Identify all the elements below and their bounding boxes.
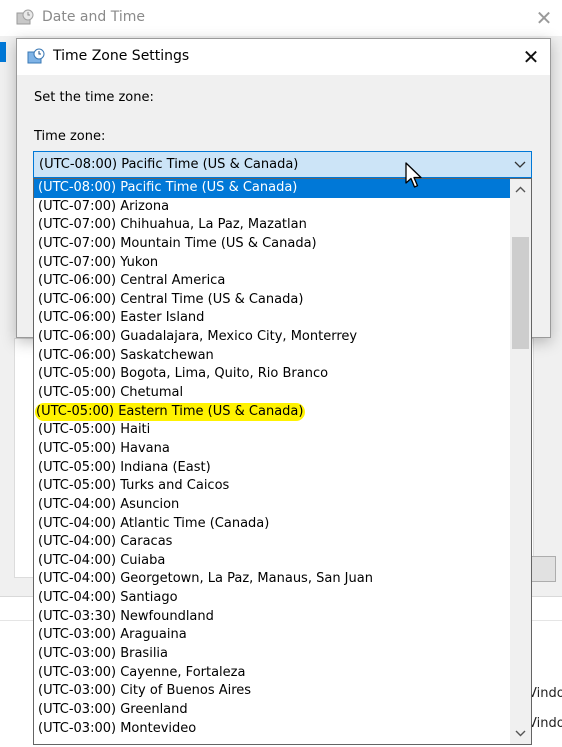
time-zone-option[interactable]: (UTC-03:00) Montevideo: [34, 720, 510, 739]
time-zone-option-label: (UTC-05:00) Haiti: [38, 422, 151, 438]
time-zone-option[interactable]: (UTC-07:00) Yukon: [34, 254, 510, 273]
time-zone-option-label: (UTC-07:00) Chihuahua, La Paz, Mazatlan: [38, 217, 307, 233]
side-text: Vindo: [528, 716, 562, 731]
time-zone-option[interactable]: (UTC-04:00) Georgetown, La Paz, Manaus, …: [34, 570, 510, 589]
time-zone-option-label: (UTC-06:00) Easter Island: [38, 310, 205, 326]
time-zone-option-label: (UTC-08:00) Pacific Time (US & Canada): [38, 180, 298, 195]
time-zone-option-label: (UTC-04:00) Asuncion: [38, 496, 180, 512]
side-text: Vindo: [528, 686, 562, 701]
time-zone-option[interactable]: (UTC-03:00) Greenland: [34, 701, 510, 720]
time-zone-option-label: (UTC-06:00) Central America: [38, 273, 226, 289]
chevron-up-icon[interactable]: [510, 179, 531, 201]
time-zone-option[interactable]: (UTC-06:00) Guadalajara, Mexico City, Mo…: [34, 328, 510, 347]
globe-clock-icon: [27, 48, 45, 66]
time-zone-option-label: (UTC-05:00) Chetumal: [38, 385, 184, 401]
time-zone-option-label: (UTC-06:00) Guadalajara, Mexico City, Mo…: [38, 329, 358, 345]
time-zone-option[interactable]: (UTC-06:00) Central America: [34, 272, 510, 291]
time-zone-option[interactable]: (UTC-03:00) Brasilia: [34, 645, 510, 664]
time-zone-option[interactable]: (UTC-07:00) Mountain Time (US & Canada): [34, 235, 510, 254]
time-zone-option[interactable]: (UTC-06:00) Central Time (US & Canada): [34, 291, 510, 310]
mouse-pointer-icon: [404, 162, 424, 190]
time-zone-option[interactable]: (UTC-04:00) Santiago: [34, 589, 510, 608]
time-zone-option[interactable]: (UTC-04:00) Caracas: [34, 533, 510, 552]
close-icon[interactable]: ✕: [519, 45, 543, 69]
set-time-zone-label: Set the time zone:: [34, 90, 154, 105]
time-zone-option-label: (UTC-03:00) City of Buenos Aires: [38, 683, 252, 699]
time-zone-option-label: (UTC-05:00) Eastern Time (US & Canada): [35, 402, 306, 421]
time-zone-option[interactable]: (UTC-03:00) Araguaina: [34, 626, 510, 645]
time-zone-option-label: (UTC-05:00) Indiana (East): [38, 459, 211, 475]
time-zone-dropdown-list[interactable]: (UTC-08:00) Pacific Time (US & Canada) (U…: [33, 178, 532, 745]
time-zone-option[interactable]: (UTC-04:00) Asuncion: [34, 496, 510, 515]
chevron-down-icon[interactable]: [512, 156, 528, 172]
time-zone-option[interactable]: (UTC-06:00) Easter Island: [34, 309, 510, 328]
time-zone-option-label: (UTC-07:00) Arizona: [38, 198, 170, 214]
time-zone-option-label: (UTC-03:30) Newfoundland: [38, 608, 214, 624]
time-zone-option-label: (UTC-05:00) Bogota, Lima, Quito, Rio Bra…: [38, 366, 329, 382]
combobox-value: (UTC-08:00) Pacific Time (US & Canada): [39, 157, 299, 172]
time-zone-option-label: (UTC-04:00) Cuiaba: [38, 552, 166, 568]
time-zone-option[interactable]: (UTC-03:00) City of Buenos Aires: [34, 682, 510, 701]
time-zone-option[interactable]: (UTC-03:30) Newfoundland: [34, 608, 510, 627]
time-zone-option-label: (UTC-03:00) Greenland: [38, 701, 188, 717]
window-title: Date and Time: [42, 9, 145, 25]
time-zone-option[interactable]: (UTC-03:00) Cayenne, Fortaleza: [34, 664, 510, 683]
time-zone-option[interactable]: (UTC-07:00) Chihuahua, La Paz, Mazatlan: [34, 216, 510, 235]
dialog-titlebar: Time Zone Settings ✕: [17, 39, 550, 75]
time-zone-options: (UTC-08:00) Pacific Time (US & Canada) (U…: [34, 179, 510, 738]
dialog-title: Time Zone Settings: [53, 48, 190, 64]
close-icon[interactable]: ✕: [532, 6, 556, 30]
time-zone-option[interactable]: (UTC-04:00) Cuiaba: [34, 552, 510, 571]
chevron-down-icon[interactable]: [510, 722, 531, 744]
time-zone-option-label: (UTC-03:00) Araguaina: [38, 627, 187, 643]
time-zone-option[interactable]: (UTC-06:00) Saskatchewan: [34, 347, 510, 366]
time-zone-option[interactable]: (UTC-05:00) Eastern Time (US & Canada): [34, 402, 510, 422]
time-zone-option-label: (UTC-07:00) Yukon: [38, 254, 159, 270]
time-zone-option[interactable]: (UTC-08:00) Pacific Time (US & Canada): [34, 179, 510, 198]
scrollbar-thumb[interactable]: [512, 237, 529, 349]
time-zone-option-label: (UTC-05:00) Turks and Caicos: [38, 478, 230, 494]
window-edge-accent: [0, 42, 6, 62]
time-zone-option-label: (UTC-03:00) Cayenne, Fortaleza: [38, 664, 246, 680]
time-zone-option[interactable]: (UTC-05:00) Bogota, Lima, Quito, Rio Bra…: [34, 365, 510, 384]
time-zone-option[interactable]: (UTC-04:00) Atlantic Time (Canada): [34, 515, 510, 534]
time-zone-combobox[interactable]: (UTC-08:00) Pacific Time (US & Canada): [33, 151, 532, 178]
time-zone-option-label: (UTC-06:00) Saskatchewan: [38, 347, 214, 363]
dropdown-scrollbar[interactable]: [510, 179, 531, 744]
time-zone-option-label: (UTC-06:00) Central Time (US & Canada): [38, 291, 304, 307]
window-left-strip: [0, 36, 8, 596]
time-zone-option-label: (UTC-03:00) Montevideo: [38, 720, 197, 736]
time-zone-option[interactable]: (UTC-07:00) Arizona: [34, 198, 510, 217]
time-zone-label: Time zone:: [34, 129, 106, 144]
time-zone-option[interactable]: (UTC-05:00) Indiana (East): [34, 459, 510, 478]
globe-clock-icon: [16, 9, 34, 27]
time-zone-option[interactable]: (UTC-05:00) Haiti: [34, 421, 510, 440]
time-zone-option-label: (UTC-04:00) Georgetown, La Paz, Manaus, …: [38, 571, 373, 587]
time-zone-option-label: (UTC-03:00) Brasilia: [38, 646, 169, 662]
time-zone-option-label: (UTC-04:00) Santiago: [38, 590, 178, 606]
time-zone-option[interactable]: (UTC-05:00) Chetumal: [34, 384, 510, 403]
time-zone-option[interactable]: (UTC-05:00) Havana: [34, 440, 510, 459]
time-zone-option-label: (UTC-04:00) Caracas: [38, 534, 173, 550]
time-zone-option-label: (UTC-05:00) Havana: [38, 440, 170, 456]
time-zone-option-label: (UTC-07:00) Mountain Time (US & Canada): [38, 235, 317, 251]
time-zone-option[interactable]: (UTC-05:00) Turks and Caicos: [34, 477, 510, 496]
date-and-time-titlebar: Date and Time ✕: [0, 0, 562, 36]
time-zone-option-label: (UTC-04:00) Atlantic Time (Canada): [38, 515, 270, 531]
